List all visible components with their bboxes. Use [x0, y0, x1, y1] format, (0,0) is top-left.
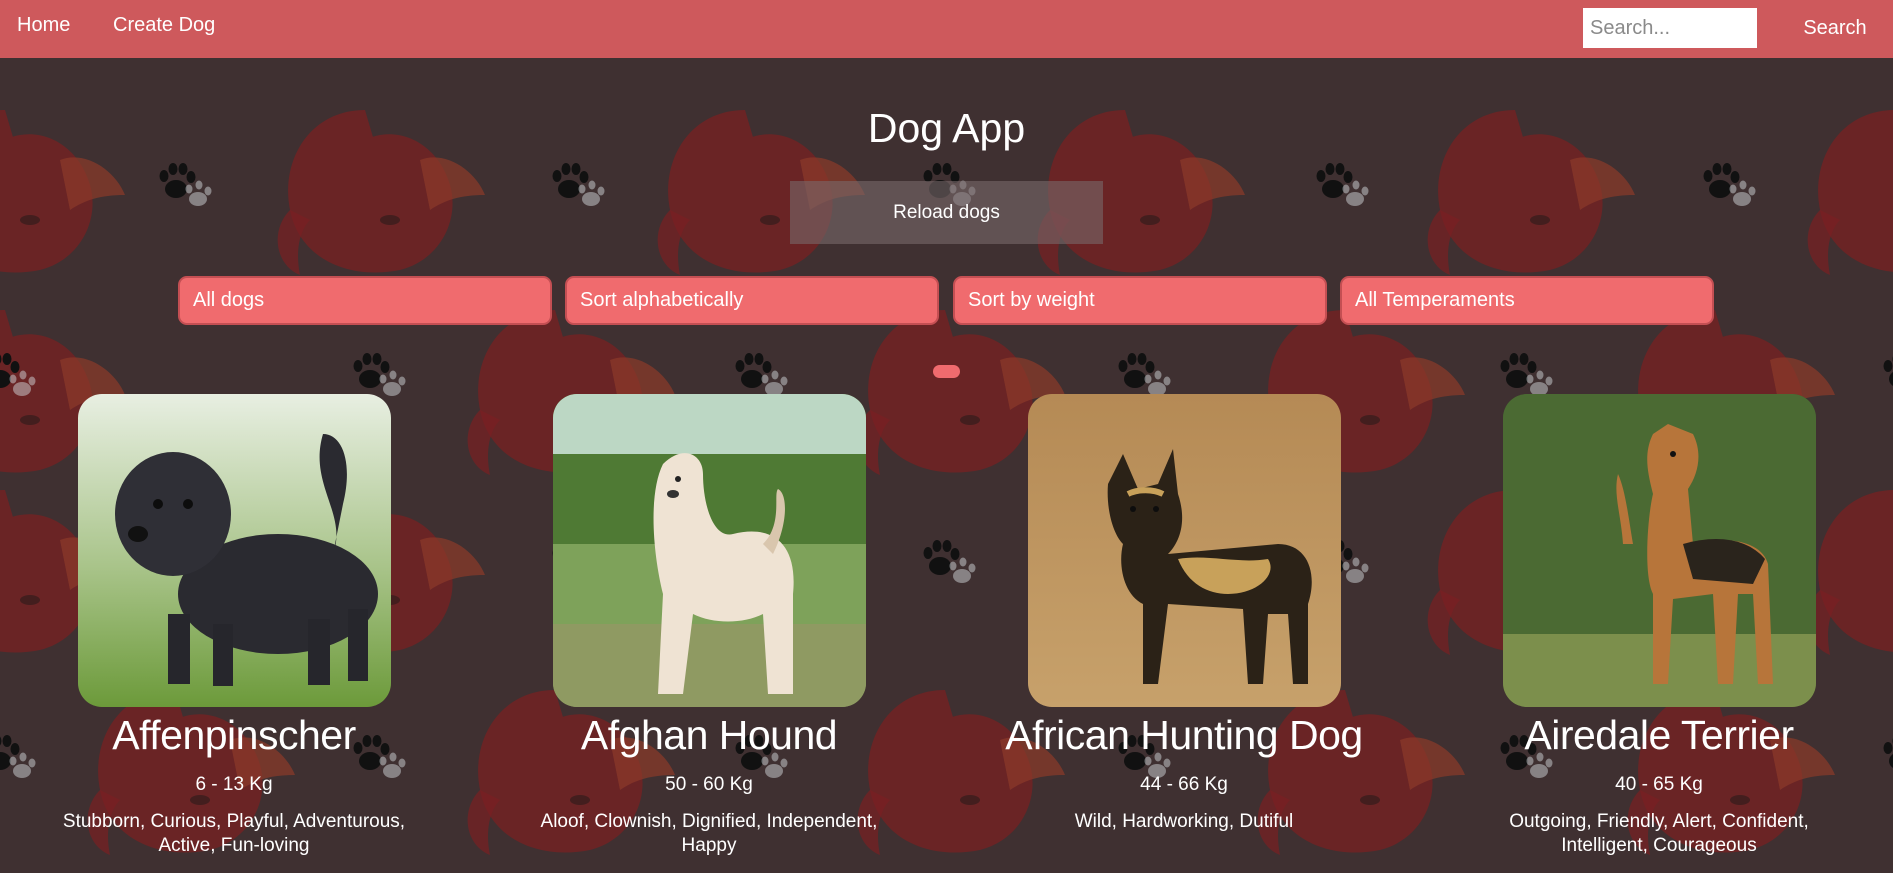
dog-temperament: Outgoing, Friendly, Alert, Confident, In…: [1509, 811, 1809, 856]
search-input[interactable]: [1583, 8, 1757, 48]
dog-weight: 50 - 60 Kg: [665, 774, 753, 795]
search-button[interactable]: Search: [1790, 8, 1880, 48]
dog-temperament: Stubborn, Curious, Playful, Adventurous,…: [62, 811, 406, 856]
dog-image: [553, 394, 866, 707]
temperament-filter-select[interactable]: All Temperaments: [1340, 276, 1714, 325]
dog-name: African Hunting Dog: [1005, 712, 1363, 758]
page-title: Dog App: [867, 105, 1026, 151]
dog-temperament: Aloof, Clownish, Dignified, Independent,…: [540, 811, 878, 856]
dog-name: Afghan Hound: [580, 712, 838, 758]
pagination-page-1-button[interactable]: [933, 365, 960, 378]
dog-image: [1028, 394, 1341, 707]
nav-home-link[interactable]: Home: [17, 14, 70, 37]
sort-by-weight-select[interactable]: Sort by weight: [953, 276, 1327, 325]
reload-dogs-button[interactable]: Reload dogs: [790, 181, 1103, 244]
nav-create-dog-link[interactable]: Create Dog: [113, 14, 215, 37]
dog-image: [78, 394, 391, 707]
dog-name: Affenpinscher: [112, 712, 356, 758]
navbar: Home Create Dog Search: [0, 0, 1893, 58]
filter-origin-select[interactable]: All dogs: [178, 276, 552, 325]
dog-name: Airedale Terrier: [1524, 712, 1794, 758]
dog-weight: 44 - 66 Kg: [1140, 774, 1228, 795]
sort-alphabetically-select[interactable]: Sort alphabetically: [565, 276, 939, 325]
dog-weight: 40 - 65 Kg: [1615, 774, 1703, 795]
dog-image: [1503, 394, 1816, 707]
dog-temperament: Wild, Hardworking, Dutiful: [1074, 811, 1294, 832]
dog-weight: 6 - 13 Kg: [195, 774, 273, 795]
